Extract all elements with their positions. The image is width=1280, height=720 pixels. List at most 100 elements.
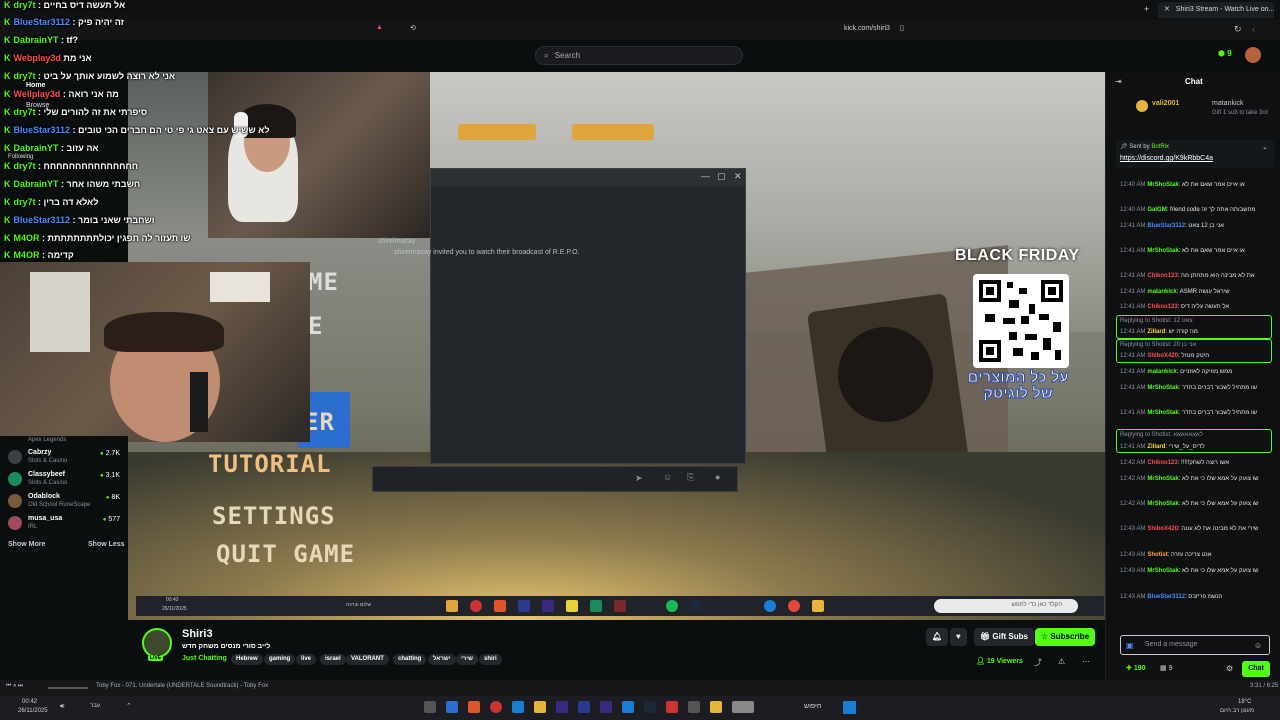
chat-username[interactable]: MrShoStak (1147, 568, 1178, 574)
app-icon[interactable] (732, 701, 754, 713)
app-icon[interactable] (666, 701, 678, 713)
taskbar-search[interactable]: חיפוש (804, 703, 821, 710)
reload-icon[interactable]: ↻ (1234, 24, 1242, 35)
tag[interactable]: Hebrew (231, 654, 263, 665)
follow-heart-icon[interactable]: ♥ (950, 628, 967, 646)
send-icon[interactable]: ➤ (635, 473, 643, 484)
channel-item[interactable]: Classybeef Slots & Casino 3.1K (6, 470, 122, 492)
more-icon[interactable]: ⋯ (1082, 657, 1090, 666)
chat-username[interactable]: Zillard (1147, 329, 1165, 335)
dialog-input[interactable]: ➤ ☺ ⎘ ● (372, 466, 738, 492)
media-controls-icon[interactable]: ⏮ ⏸ ⏭ (6, 683, 23, 690)
new-tab-icon[interactable]: + (1144, 4, 1149, 14)
ghost-nav-browse[interactable]: Browse (26, 102, 49, 109)
app-icon[interactable] (556, 701, 568, 713)
folder-icon[interactable] (710, 701, 722, 713)
chat-username[interactable]: ShiboX420 (1147, 353, 1178, 359)
maximize-icon[interactable]: ▢ (717, 171, 726, 182)
show-less-button[interactable]: Show Less (88, 541, 125, 548)
show-more-button[interactable]: Show More (8, 541, 45, 548)
back-icon[interactable]: ‹ (1252, 24, 1255, 34)
volume-icon[interactable]: 🔊︎ (60, 703, 64, 711)
chat-username[interactable]: MrShoStak (1147, 385, 1178, 391)
box-counter[interactable]: ▦ 9 (1160, 664, 1172, 672)
app-icon[interactable] (688, 701, 700, 713)
app-icon[interactable] (534, 701, 546, 713)
app-icon[interactable] (512, 701, 524, 713)
points-counter[interactable]: ✚ 190 (1126, 664, 1146, 672)
app-icon[interactable] (490, 701, 502, 713)
chat-username[interactable]: matankick (1147, 369, 1176, 375)
notification-bell-icon[interactable]: 🔔︎ (926, 628, 949, 646)
channel-item[interactable]: musa_usa IRL 577 (6, 514, 122, 536)
tab-close-icon[interactable]: ✕ (1164, 6, 1170, 13)
emoji-icon[interactable]: ☺ (663, 472, 672, 482)
user-avatar[interactable] (1245, 47, 1261, 63)
subscribe-button[interactable]: ☆ Subscribe (1035, 628, 1096, 646)
tag[interactable]: chatting (393, 654, 427, 665)
chevron-down-icon[interactable]: ⌄ (1262, 143, 1268, 151)
channel-item[interactable]: Odablock Old School RuneScape 8K (6, 492, 122, 514)
report-icon[interactable]: ⚠ (1058, 657, 1065, 666)
app-icon[interactable] (600, 701, 612, 713)
app-icon[interactable] (622, 701, 634, 713)
notification-badge[interactable]: ⬢ 9 (1218, 49, 1232, 58)
chat-username[interactable]: ShiboX420 (1147, 526, 1178, 532)
pinned-link[interactable]: https://discord.gg/K9kRbbC4a (1120, 155, 1213, 162)
tag[interactable]: live (296, 654, 317, 665)
refresh-icon[interactable]: ⟲ (410, 24, 416, 32)
chat-username[interactable]: MrShoStak (1147, 410, 1178, 416)
settings-icon[interactable]: ⚙ (1226, 664, 1233, 673)
stream-category[interactable]: Just Chatting (182, 655, 227, 662)
chat-username[interactable]: Zillard (1147, 444, 1165, 450)
gift-subs-button[interactable]: 🎁︎ Gift Subs (974, 628, 1034, 646)
collapse-chat-icon[interactable]: ⇥ (1115, 77, 1122, 86)
emoji-icon[interactable]: ☺ (1254, 641, 1262, 650)
steam-icon[interactable] (644, 701, 656, 713)
tag[interactable]: gaming (264, 654, 296, 665)
app-icon[interactable] (446, 701, 458, 713)
close-icon[interactable]: ✕ (734, 171, 742, 182)
search-input[interactable]: ⌕ Search (535, 46, 743, 65)
address-bar[interactable]: ▲ ⟲ kick.com/shiri3 ▯ (360, 22, 940, 38)
chat-username[interactable]: BlueStar3112 (1147, 223, 1185, 229)
tag[interactable]: israel (320, 654, 346, 665)
chat-username[interactable]: Shotist (1147, 552, 1167, 558)
chat-username[interactable]: MrShoStak (1147, 501, 1178, 507)
taskview-icon[interactable] (424, 701, 436, 713)
chat-username[interactable]: GalGM (1147, 207, 1166, 213)
chat-username[interactable]: Chikno123 (1147, 273, 1177, 279)
minimize-icon[interactable]: — (701, 171, 710, 181)
tag[interactable]: VALORANT (346, 654, 389, 665)
app-icon[interactable] (468, 701, 480, 713)
chat-send-button[interactable]: Chat (1242, 661, 1270, 677)
bookmark-icon[interactable]: ▯ (900, 24, 904, 32)
mic-icon[interactable]: ● (715, 472, 720, 482)
chat-username[interactable]: MrShoStak (1147, 182, 1178, 188)
tag[interactable]: shiri (479, 654, 502, 665)
url-text[interactable]: kick.com/shiri3 (844, 25, 890, 32)
chat-input[interactable]: Send a message (1120, 635, 1270, 655)
channel-name[interactable]: Shiri3 (182, 628, 213, 640)
channel-avatar[interactable] (142, 628, 172, 658)
share-icon[interactable]: ⤴ (1034, 657, 1042, 668)
media-progress[interactable] (48, 687, 88, 689)
chat-username[interactable]: MrShoStak (1147, 476, 1178, 482)
attach-icon[interactable]: ⎘ (687, 472, 694, 483)
subscribe-label: Subscribe (1050, 632, 1090, 641)
tag[interactable]: ישראל (428, 654, 456, 665)
chat-username[interactable]: Chikno123 (1147, 304, 1177, 310)
chevron-up-icon[interactable]: ⌃ (126, 702, 132, 710)
ghost-nav-following[interactable]: Following (8, 154, 33, 160)
chat-username[interactable]: Chikno123 (1147, 460, 1177, 466)
tag[interactable]: שירי (456, 654, 478, 665)
taskbar-lang[interactable]: עבר (90, 703, 100, 709)
chat-username[interactable]: matankick (1147, 289, 1176, 295)
app-icon[interactable] (578, 701, 590, 713)
ghost-nav-home[interactable]: Home (26, 82, 45, 89)
chat-username[interactable]: MrShoStak (1147, 248, 1178, 254)
channel-item[interactable]: Cabrzy Slots & Casino 2.7K (6, 448, 122, 470)
windows-start-icon[interactable] (843, 701, 856, 714)
tab-kick[interactable]: ✕ Shiri3 Stream - Watch Live on... (1158, 2, 1274, 18)
chat-username[interactable]: BlueStar3112 (1147, 594, 1185, 600)
